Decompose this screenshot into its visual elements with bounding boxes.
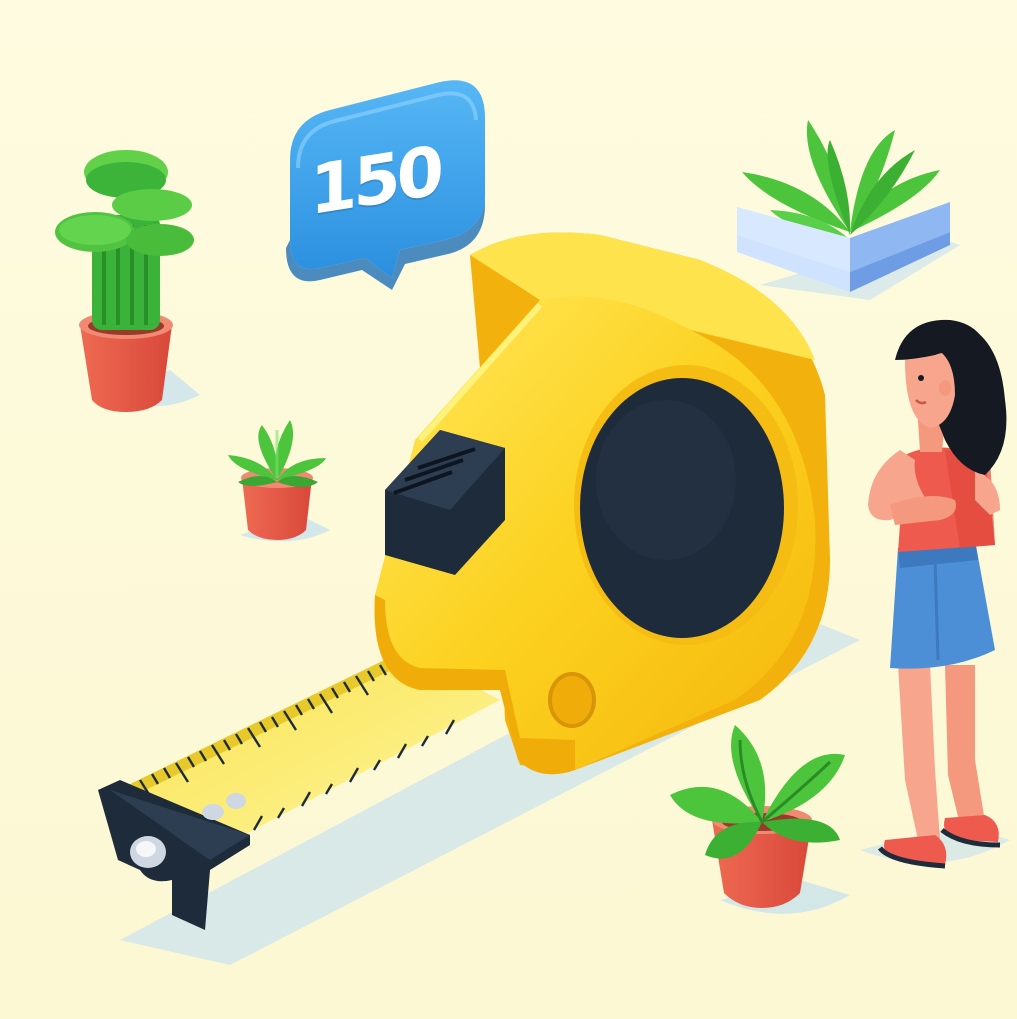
tape-measure-illustration (55, 80, 1010, 965)
potted-plant-right (670, 725, 845, 908)
woman-figure (868, 319, 1007, 869)
illustration-scene: 150 (0, 0, 1017, 1019)
